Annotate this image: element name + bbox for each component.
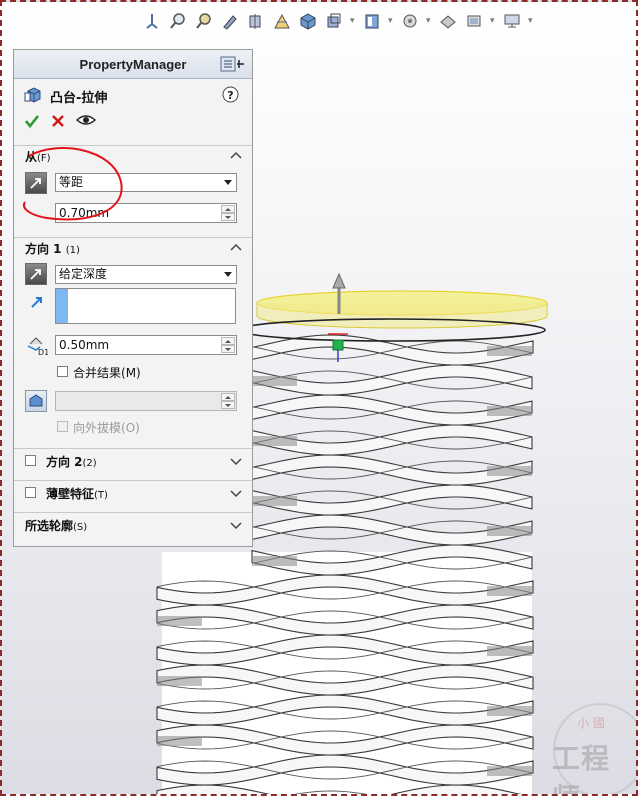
depth-value: 0.50mm xyxy=(59,338,110,352)
view-settings-icon[interactable] xyxy=(464,11,484,31)
weave-shadow xyxy=(487,646,532,656)
weave-shadow xyxy=(487,346,532,356)
dropdown-arrow-icon[interactable]: ▾ xyxy=(528,16,534,26)
dropdown-arrow-icon xyxy=(224,180,232,185)
weave-shadow xyxy=(487,526,532,536)
from-shortcut: (F) xyxy=(37,152,51,164)
weave-shadow xyxy=(487,586,532,596)
direction1-label: 方向 1 xyxy=(25,241,62,256)
end-condition-select[interactable]: 给定深度 xyxy=(55,265,237,284)
merge-result-label: 合并结果 xyxy=(73,366,122,380)
depth-spinner[interactable] xyxy=(221,337,235,353)
selected-contours-shortcut: (S) xyxy=(73,521,88,533)
from-offset-input[interactable]: 0.70mm xyxy=(55,203,237,223)
section-view-icon[interactable] xyxy=(246,11,266,31)
merge-result-checkbox[interactable] xyxy=(57,366,68,377)
svg-text:?: ? xyxy=(227,89,233,102)
thin-feature-checkbox[interactable] xyxy=(25,487,36,498)
view-orientation-icon[interactable] xyxy=(142,11,162,31)
chevron-up-icon[interactable] xyxy=(230,150,242,160)
graphics-area[interactable]: ▾ ▾ ▾ ▾ ▾ PropertyManager 凸台-拉伸 ? 从(F) 等… xyxy=(0,0,638,796)
zoom-area-icon[interactable] xyxy=(194,11,214,31)
boss-extrude-icon xyxy=(24,87,41,103)
ok-checkmark-icon[interactable] xyxy=(24,113,40,129)
reverse-direction-button[interactable] xyxy=(25,172,47,194)
chevron-down-icon[interactable] xyxy=(230,520,242,530)
draft-outward-shortcut: (O) xyxy=(121,421,140,435)
detailed-preview-eye-icon[interactable] xyxy=(76,113,96,127)
weave-shadow xyxy=(252,436,297,446)
merge-result-shortcut: (M) xyxy=(121,366,141,380)
weave-shadow xyxy=(252,556,297,566)
draft-angle-input[interactable] xyxy=(55,391,237,411)
weave-shadow xyxy=(157,736,202,746)
selected-contours-label: 所选轮廓 xyxy=(25,518,74,533)
weave-shadow xyxy=(157,616,202,626)
draft-outward-checkbox[interactable] xyxy=(57,421,68,432)
watermark-text: 工程师 xyxy=(552,742,611,794)
direction-reference-selection-box[interactable] xyxy=(55,288,236,324)
feature-title: 凸台-拉伸 xyxy=(50,91,108,106)
apply-scene-icon[interactable] xyxy=(438,11,458,31)
help-icon[interactable]: ? xyxy=(222,86,239,103)
property-manager-panel: PropertyManager 凸台-拉伸 ? 从(F) 等距 0.70mm 方… xyxy=(13,49,253,547)
property-manager-header: PropertyManager xyxy=(14,50,252,79)
weave-shadow xyxy=(487,406,532,416)
edit-appearance-icon[interactable] xyxy=(400,11,420,31)
weave-shadow xyxy=(252,376,297,386)
selected-contours-section-header[interactable]: 所选轮廓(S) xyxy=(14,512,252,537)
reverse-direction1-button[interactable] xyxy=(25,263,47,285)
dropdown-arrow-icon[interactable]: ▾ xyxy=(388,16,394,26)
monitor-icon[interactable] xyxy=(502,11,522,31)
chevron-up-icon[interactable] xyxy=(230,242,242,252)
dropdown-arrow-icon xyxy=(224,272,232,277)
cancel-x-icon[interactable] xyxy=(51,114,65,128)
draft-outward-label: 向外拔模 xyxy=(73,421,122,435)
view-orientation-cube-icon[interactable] xyxy=(298,11,318,31)
offset-spinner[interactable] xyxy=(221,205,235,221)
weave-shadow xyxy=(487,706,532,716)
watermark-small-text: 小 國 xyxy=(577,716,605,730)
dropdown-arrow-icon[interactable]: ▾ xyxy=(426,16,432,26)
direction2-label: 方向 2 xyxy=(46,454,83,469)
weave-shadow xyxy=(157,676,202,686)
direction-vector-icon[interactable] xyxy=(29,294,45,310)
dropdown-arrow-icon[interactable]: ▾ xyxy=(350,16,356,26)
chevron-down-icon[interactable] xyxy=(230,488,242,498)
end-condition-value: 给定深度 xyxy=(59,267,108,281)
from-condition-value: 等距 xyxy=(59,175,84,189)
pin-icon[interactable] xyxy=(220,56,246,72)
selection-focus-bar xyxy=(56,289,68,323)
dropdown-arrow-icon[interactable]: ▾ xyxy=(490,16,496,26)
property-manager-title: PropertyManager xyxy=(79,56,187,72)
zoom-fit-icon[interactable] xyxy=(168,11,188,31)
chevron-down-icon[interactable] xyxy=(230,456,242,466)
from-condition-select[interactable]: 等距 xyxy=(55,173,237,192)
svg-text:D1: D1 xyxy=(38,348,48,356)
thin-feature-shortcut: (T) xyxy=(94,489,108,501)
direction1-shortcut: (1) xyxy=(65,244,80,256)
draft-toggle-button[interactable] xyxy=(25,390,47,412)
hide-show-icon[interactable] xyxy=(362,11,382,31)
direction2-section-header[interactable]: 方向 2(2) xyxy=(14,448,252,473)
direction2-checkbox[interactable] xyxy=(25,455,36,466)
depth-input[interactable]: 0.50mm xyxy=(55,335,237,355)
previous-view-icon[interactable] xyxy=(220,11,240,31)
from-label: 从 xyxy=(25,149,38,164)
thin-feature-label: 薄壁特征 xyxy=(46,486,95,501)
direction1-section-header[interactable]: 方向 1 (1) xyxy=(14,237,252,258)
weave-shadow xyxy=(487,466,532,476)
origin-marker xyxy=(332,339,344,351)
depth-d1-icon: D1 xyxy=(27,337,48,356)
from-offset-value: 0.70mm xyxy=(59,206,110,220)
weave-shadow xyxy=(252,496,297,506)
draft-spinner[interactable] xyxy=(221,393,235,409)
weave-shadow xyxy=(487,766,532,776)
thin-feature-section-header[interactable]: 薄壁特征(T) xyxy=(14,480,252,505)
from-section-header[interactable]: 从(F) xyxy=(14,145,252,166)
direction2-shortcut: (2) xyxy=(82,457,97,469)
dynamic-annotation-icon[interactable] xyxy=(272,11,292,31)
display-style-icon[interactable] xyxy=(324,11,344,31)
heads-up-view-toolbar: ▾ ▾ ▾ ▾ ▾ xyxy=(142,8,534,34)
